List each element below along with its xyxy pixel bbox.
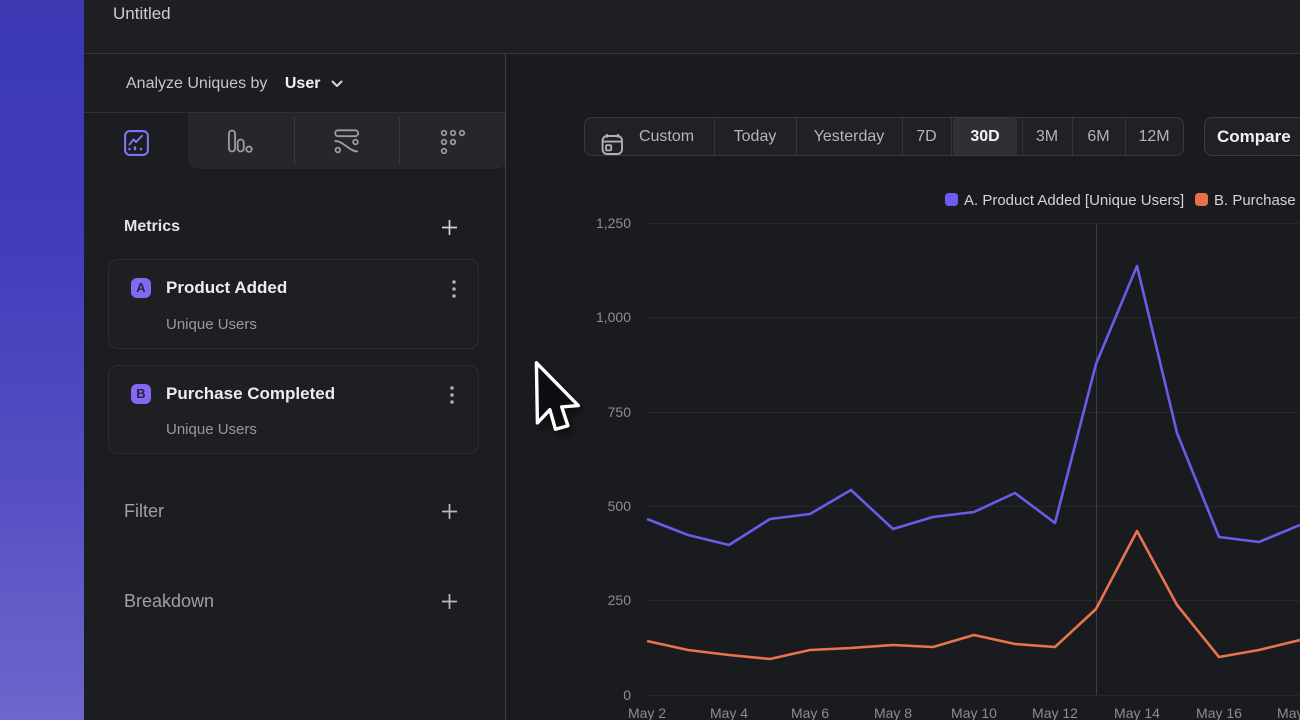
svg-text:0: 0 <box>623 687 631 703</box>
svg-text:May 14: May 14 <box>1114 705 1160 720</box>
svg-text:1,250: 1,250 <box>596 215 631 231</box>
svg-text:May 12: May 12 <box>1032 705 1078 720</box>
svg-text:250: 250 <box>608 592 632 608</box>
svg-text:500: 500 <box>608 498 632 514</box>
svg-text:1,000: 1,000 <box>596 309 631 325</box>
svg-text:May 18: May 18 <box>1277 705 1300 720</box>
svg-text:750: 750 <box>608 404 632 420</box>
svg-text:May 10: May 10 <box>951 705 997 720</box>
svg-text:May 4: May 4 <box>710 705 748 720</box>
svg-text:May 6: May 6 <box>791 705 829 720</box>
svg-text:May 8: May 8 <box>874 705 912 720</box>
svg-text:May 16: May 16 <box>1196 705 1242 720</box>
svg-text:May 2: May 2 <box>628 705 666 720</box>
